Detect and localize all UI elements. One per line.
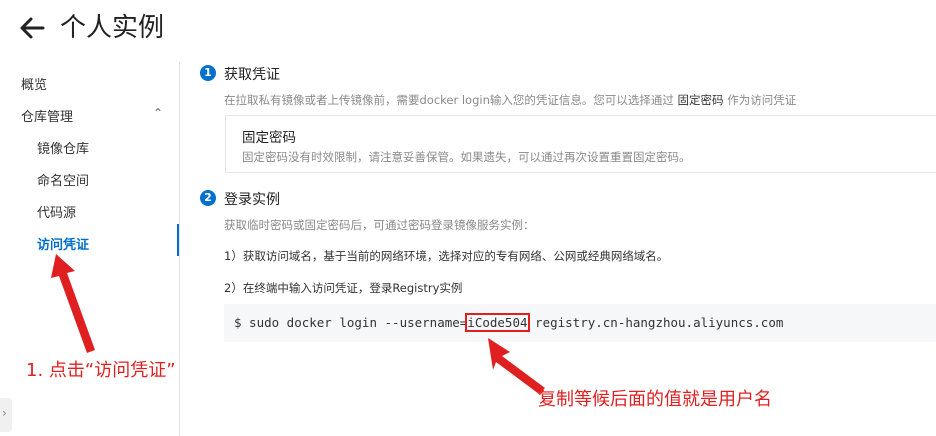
annotation-arrow-1	[51, 254, 95, 353]
annotation-arrow-2	[488, 338, 545, 394]
annotation-copy-hint: 复制等候后面的值就是用户名	[538, 389, 772, 410]
annotation-click-hint: 1. 点击“访问凭证”	[26, 360, 176, 381]
